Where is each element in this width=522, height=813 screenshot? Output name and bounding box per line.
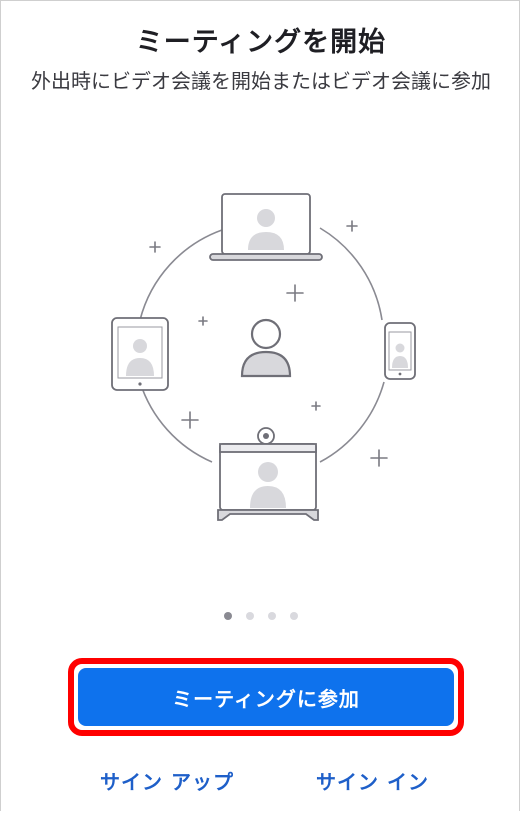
page-dot-1[interactable] <box>224 612 232 620</box>
page-dot-3[interactable] <box>268 612 276 620</box>
join-meeting-button[interactable]: ミーティングに参加 <box>78 668 454 726</box>
sign-in-link[interactable]: サイン イン <box>316 766 429 795</box>
user-icon <box>240 318 292 378</box>
laptop-icon <box>209 193 323 261</box>
page-title: ミーティングを開始 <box>135 27 387 58</box>
sign-up-link[interactable]: サイン アップ <box>100 766 234 795</box>
page-dot-4[interactable] <box>290 612 298 620</box>
meeting-illustration <box>111 193 416 521</box>
carousel-page-indicator[interactable] <box>0 612 522 620</box>
phone-icon <box>384 322 416 380</box>
tablet-icon <box>111 317 169 391</box>
page-dot-2[interactable] <box>246 612 254 620</box>
room-system-icon <box>217 427 319 521</box>
page-subtitle: 外出時にビデオ会議を開始またはビデオ会議に参加 <box>31 69 491 93</box>
